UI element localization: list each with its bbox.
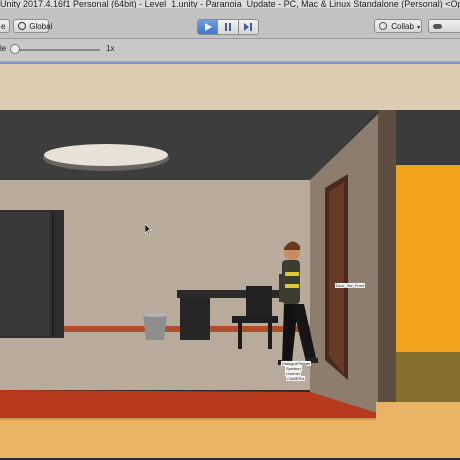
scene-render — [0, 62, 460, 460]
shirt-stripe — [285, 284, 299, 288]
right-room-wall — [396, 165, 460, 355]
wardrobe-seam — [52, 212, 54, 336]
chair-leg — [238, 323, 242, 349]
step-icon — [244, 23, 253, 31]
wardrobe-door — [0, 212, 50, 336]
foundation-edge — [0, 418, 380, 420]
chair-back — [246, 286, 272, 320]
pivot-mode-button[interactable]: e — [0, 19, 10, 33]
window-title-bar: Unity 2017.4.16f1 Personal (64bit) - Lev… — [0, 0, 460, 8]
trash-bin — [143, 315, 167, 340]
scale-label: le — [0, 44, 7, 53]
ceiling-lamp — [44, 144, 168, 166]
scene-tag: CAMERA — [286, 376, 306, 381]
scale-slider-handle[interactable] — [10, 44, 20, 54]
scale-value: 1x — [106, 44, 115, 53]
wall-edge — [378, 110, 396, 415]
cloud-icon — [433, 24, 442, 29]
shirt-stripe — [285, 272, 299, 276]
window-title: Unity 2017.4.16f1 Personal (64bit) - Lev… — [0, 0, 460, 8]
scale-slider[interactable] — [14, 49, 100, 51]
game-view[interactable]: DialogueTrigger Speaker Listener CAMERA … — [0, 62, 460, 460]
mouse-cursor-icon — [145, 224, 152, 235]
right-room-base — [376, 402, 460, 458]
collab-button[interactable]: Collab ▾ — [374, 19, 422, 33]
pause-icon — [224, 23, 231, 31]
door-tag: Door_Sw_Front — [335, 283, 366, 288]
character-torso — [282, 260, 300, 304]
globe-icon — [18, 22, 26, 30]
door-panel — [329, 182, 344, 374]
pause-button[interactable] — [218, 20, 239, 34]
pivot-mode-label: e — [1, 22, 6, 31]
play-icon — [204, 23, 212, 31]
chair-leg — [268, 323, 272, 349]
chevron-down-icon: ▾ — [417, 25, 421, 31]
desk-top — [177, 290, 291, 298]
cloud-button[interactable] — [428, 19, 460, 33]
character-arm — [279, 274, 284, 302]
game-view-toolbar: le 1x — [0, 39, 460, 62]
editor-toolbar: e Global Collab ▾ — [0, 8, 460, 39]
playback-controls — [197, 19, 259, 35]
collab-label: Collab — [391, 22, 414, 31]
play-button[interactable] — [198, 20, 219, 34]
step-button[interactable] — [238, 20, 258, 34]
right-room-ceiling — [396, 110, 460, 165]
global-toggle-button[interactable]: Global — [13, 19, 53, 33]
trash-bin-rim — [143, 313, 167, 317]
global-toggle-label: Global — [29, 22, 53, 31]
chair-seat — [232, 316, 278, 323]
view-border — [0, 62, 460, 64]
collab-check-icon — [379, 22, 387, 30]
background-top — [0, 62, 460, 110]
desk-drawer — [180, 298, 210, 340]
